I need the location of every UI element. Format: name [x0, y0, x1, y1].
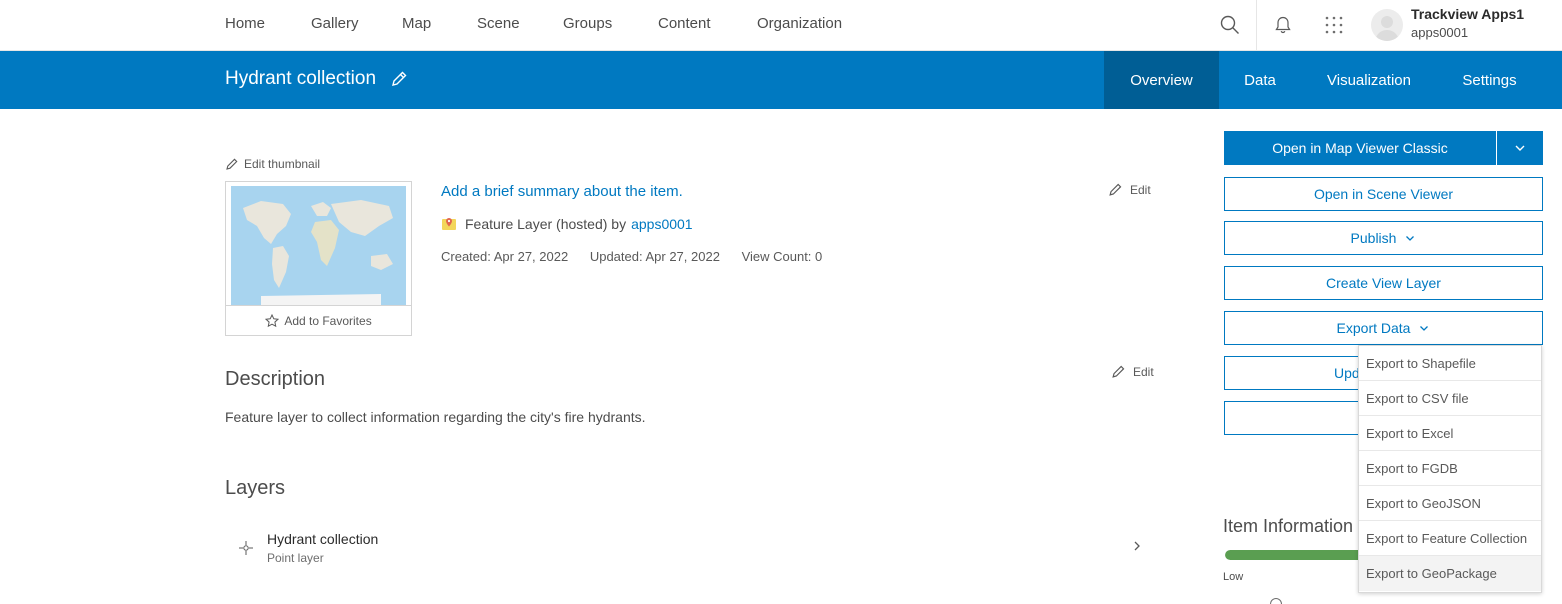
- item-type-line: Feature Layer (hosted) by apps0001: [441, 216, 693, 232]
- chevron-right-icon: [1134, 541, 1140, 551]
- nav-link-content[interactable]: Content: [658, 15, 711, 32]
- item-header: Hydrant collection Overview Data Visuali…: [0, 51, 1562, 109]
- menu-item-export-geopackage[interactable]: Export to GeoPackage: [1359, 556, 1541, 591]
- nav-divider: [1256, 0, 1257, 50]
- bell-icon[interactable]: [1268, 10, 1298, 40]
- tab-settings[interactable]: Settings: [1437, 51, 1542, 109]
- top-navigation-bar: Home Gallery Map Scene Groups Content Or…: [0, 0, 1562, 51]
- pencil-icon[interactable]: [390, 70, 410, 90]
- create-view-layer-button[interactable]: Create View Layer: [1224, 266, 1543, 300]
- layer-name: Hydrant collection: [267, 531, 379, 547]
- user-id: apps0001: [1411, 25, 1469, 40]
- created-date: Created: Apr 27, 2022: [441, 249, 569, 264]
- layer-row[interactable]: Hydrant collection Point layer: [225, 524, 1155, 570]
- edit-summary-button[interactable]: Edit: [1108, 182, 1151, 197]
- open-scene-viewer-button[interactable]: Open in Scene Viewer: [1224, 177, 1543, 211]
- pencil-icon: [1109, 183, 1122, 196]
- export-data-button[interactable]: Export Data: [1224, 311, 1543, 345]
- updated-date: Updated: Apr 27, 2022: [589, 249, 720, 264]
- nav-link-scene[interactable]: Scene: [477, 15, 520, 32]
- menu-item-export-csv[interactable]: Export to CSV file: [1359, 381, 1541, 416]
- item-information-progress-fill: [1225, 550, 1359, 560]
- item-title: Hydrant collection: [225, 68, 377, 89]
- low-label: Low: [1223, 571, 1244, 583]
- feature-layer-icon: [442, 218, 456, 230]
- tab-visualization[interactable]: Visualization: [1301, 51, 1437, 109]
- description-text: Feature layer to collect information reg…: [225, 409, 646, 425]
- update-data-button[interactable]: Upd: [1224, 356, 1359, 390]
- avatar[interactable]: [1371, 9, 1403, 41]
- publish-button[interactable]: Publish: [1224, 221, 1543, 255]
- chevron-down-icon: [1515, 145, 1525, 151]
- menu-item-export-geojson[interactable]: Export to GeoJSON: [1359, 486, 1541, 521]
- export-data-menu: Export to Shapefile Export to CSV file E…: [1358, 345, 1542, 593]
- menu-item-export-excel[interactable]: Export to Excel: [1359, 416, 1541, 451]
- menu-item-export-feature-collection[interactable]: Export to Feature Collection: [1359, 521, 1541, 556]
- point-layer-icon: [239, 541, 253, 555]
- export-data-label: Export Data: [1336, 320, 1411, 336]
- thumbnail-map-image: [231, 186, 406, 305]
- layers-heading: Layers: [225, 477, 286, 499]
- edit-thumbnail-link[interactable]: Edit thumbnail: [225, 157, 320, 171]
- menu-item-export-fgdb[interactable]: Export to FGDB: [1359, 451, 1541, 486]
- obscured-action-button[interactable]: [1224, 401, 1359, 435]
- item-type-text: Feature Layer (hosted) by: [465, 216, 627, 232]
- open-map-viewer-button[interactable]: Open in Map Viewer Classic: [1224, 131, 1496, 165]
- owner-link[interactable]: apps0001: [631, 216, 693, 232]
- tab-data[interactable]: Data: [1219, 51, 1301, 109]
- description-heading: Description: [225, 368, 326, 390]
- open-map-viewer-dropdown[interactable]: [1497, 131, 1543, 165]
- pencil-icon: [1112, 365, 1125, 378]
- item-meta: Created: Apr 27, 2022 Updated: Apr 27, 2…: [441, 249, 840, 264]
- pencil-icon: [226, 158, 238, 170]
- nav-link-gallery[interactable]: Gallery: [311, 15, 359, 32]
- item-information-heading: Item Information: [1223, 516, 1354, 536]
- summary-link[interactable]: Add a brief summary about the item.: [441, 183, 683, 200]
- nav-link-home[interactable]: Home: [225, 15, 265, 32]
- chevron-down-icon: [1406, 236, 1415, 241]
- user-name[interactable]: Trackview Apps1: [1411, 6, 1524, 22]
- edit-thumbnail-label: Edit thumbnail: [244, 157, 321, 171]
- view-count: View Count: 0: [741, 249, 823, 264]
- edit-description-button[interactable]: Edit: [1111, 364, 1154, 379]
- item-information-progress: [1225, 550, 1359, 560]
- nav-link-map[interactable]: Map: [402, 15, 431, 32]
- edit-label: Edit: [1130, 182, 1151, 197]
- chevron-down-icon: [1420, 326, 1429, 331]
- add-to-favorites-label: Add to Favorites: [284, 313, 372, 328]
- tab-overview[interactable]: Overview: [1104, 51, 1219, 109]
- star-icon: [265, 313, 280, 327]
- thumbnail-card: Add to Favorites: [225, 181, 412, 336]
- search-icon[interactable]: [1215, 10, 1245, 40]
- nav-link-organization[interactable]: Organization: [757, 15, 842, 32]
- add-to-favorites-button[interactable]: Add to Favorites: [226, 305, 411, 335]
- edit-label: Edit: [1133, 364, 1154, 379]
- update-data-label: Upd: [1334, 365, 1359, 381]
- layer-type: Point layer: [267, 551, 324, 565]
- app-launcher-icon[interactable]: [1319, 10, 1349, 40]
- nav-link-groups[interactable]: Groups: [563, 15, 612, 32]
- publish-label: Publish: [1350, 230, 1397, 246]
- radio-icon: [1270, 598, 1282, 604]
- menu-item-export-shapefile[interactable]: Export to Shapefile: [1359, 346, 1541, 381]
